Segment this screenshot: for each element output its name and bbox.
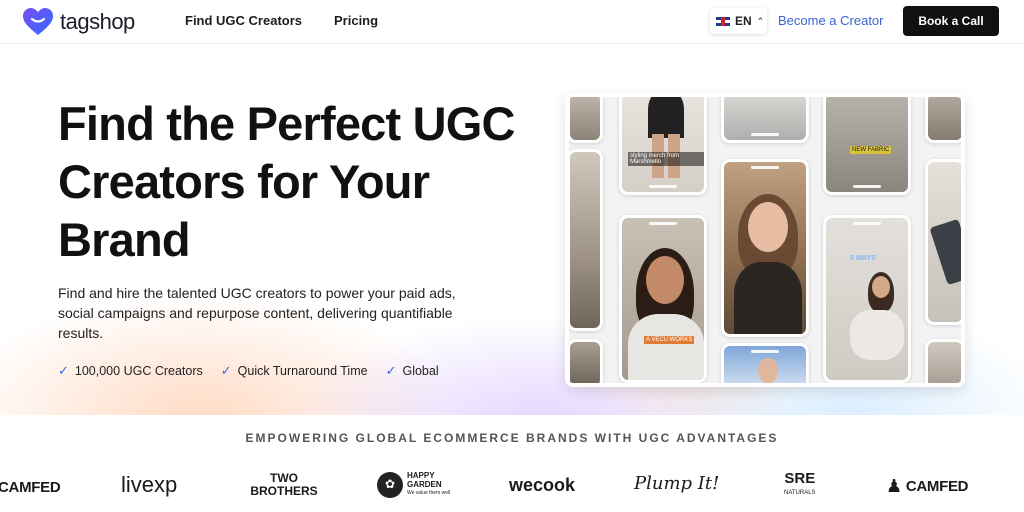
video-caption: 3 WAYS bbox=[850, 255, 876, 262]
people-icon: ♟ bbox=[886, 476, 902, 496]
video-thumbnail[interactable] bbox=[925, 97, 961, 143]
book-call-button[interactable]: Book a Call bbox=[903, 6, 999, 36]
video-thumbnail[interactable] bbox=[569, 339, 603, 383]
video-caption: styling merch from Marshmello bbox=[628, 152, 704, 166]
feature-item: ✓ Quick Turnaround Time bbox=[221, 363, 368, 379]
nav-find-ugc-creators[interactable]: Find UGC Creators bbox=[185, 13, 302, 28]
video-thumbnail[interactable] bbox=[569, 97, 603, 143]
chevron-up-icon: ⌃ bbox=[756, 15, 765, 26]
brand-name: TWO BROTHERS bbox=[250, 471, 318, 498]
nav-pricing[interactable]: Pricing bbox=[334, 13, 378, 28]
hero-headline: Find the Perfect UGC Creators for Your B… bbox=[58, 97, 515, 266]
brand-name: HAPPY GARDEN bbox=[407, 471, 442, 489]
checkmark-icon: ✓ bbox=[385, 363, 397, 378]
checkmark-icon: ✓ bbox=[220, 363, 232, 378]
feature-label: Quick Turnaround Time bbox=[237, 364, 368, 378]
feature-item: ✓ Global bbox=[386, 363, 439, 379]
uk-flag-icon bbox=[716, 16, 730, 26]
video-thumbnail[interactable]: styling merch from Marshmello bbox=[619, 97, 707, 195]
video-thumbnail[interactable] bbox=[721, 159, 809, 337]
video-thumbnail[interactable] bbox=[569, 149, 603, 331]
video-thumbnail[interactable]: A VECU WORKS bbox=[619, 215, 707, 383]
brand-name: Plump It! bbox=[634, 473, 720, 494]
brand-logo-wecook: wecook bbox=[509, 475, 575, 496]
video-thumbnail[interactable] bbox=[721, 343, 809, 383]
video-thumbnail[interactable]: NEW FABRIC bbox=[823, 97, 911, 195]
feature-label: Global bbox=[402, 364, 439, 378]
feature-label: 100,000 UGC Creators bbox=[74, 364, 203, 378]
brand-tagline: We value them well bbox=[407, 490, 451, 496]
brand-name: wecook bbox=[509, 475, 576, 495]
video-thumbnail[interactable] bbox=[925, 159, 961, 325]
video-caption: A VECU WORKS bbox=[644, 336, 695, 344]
brand-logo-livexp: livexp bbox=[121, 472, 177, 498]
tagshop-logo[interactable]: tagshop bbox=[22, 8, 135, 36]
heart-logo-icon bbox=[23, 8, 53, 35]
brand-name: SRE bbox=[784, 470, 816, 487]
video-thumbnail[interactable] bbox=[721, 97, 809, 143]
feature-list: ✓ 100,000 UGC Creators ✓ Quick Turnaroun… bbox=[58, 363, 439, 379]
brand-logo-sre-naturals: SRE NATURALS bbox=[784, 470, 816, 500]
creator-video-grid: styling merch from Marshmello A VECU WOR… bbox=[565, 93, 965, 387]
brand-name: CAMFED bbox=[905, 478, 969, 495]
brand-logo-camfed: CAMFED bbox=[0, 479, 61, 496]
checkmark-icon: ✓ bbox=[58, 363, 69, 378]
hero-subtitle: Find and hire the talented UGC creators … bbox=[58, 285, 456, 341]
language-label: EN bbox=[735, 14, 752, 28]
feature-item: ✓ 100,000 UGC Creators bbox=[58, 363, 203, 379]
brand-logo-plump-it: Plump It! bbox=[634, 473, 719, 494]
leaf-icon: ✿ bbox=[377, 471, 403, 498]
become-creator-link[interactable]: Become a Creator bbox=[778, 13, 884, 28]
brand-logo-camfed-right: ♟ CAMFED bbox=[886, 476, 969, 497]
video-caption: NEW FABRIC bbox=[850, 146, 892, 154]
brand-name: CAMFED bbox=[0, 479, 61, 496]
brand-logo-happy-garden: ✿ HAPPY GARDEN We value them well bbox=[377, 471, 455, 498]
hero-section: Find the Perfect UGC Creators for Your B… bbox=[0, 45, 1024, 415]
video-thumbnail[interactable] bbox=[925, 339, 961, 383]
logo-text: tagshop bbox=[60, 9, 135, 34]
video-thumbnail[interactable]: 3 WAYS bbox=[823, 215, 911, 383]
brands-heading: EMPOWERING GLOBAL ECOMMERCE BRANDS WITH … bbox=[245, 431, 779, 445]
brand-subname: NATURALS bbox=[784, 490, 816, 496]
brand-name: livexp bbox=[121, 472, 178, 497]
top-navigation: tagshop Find UGC Creators Pricing EN ⌃ B… bbox=[0, 0, 1024, 44]
brand-logo-two-brothers: TWO BROTHERS bbox=[246, 472, 322, 498]
language-selector[interactable]: EN ⌃ bbox=[710, 8, 767, 34]
